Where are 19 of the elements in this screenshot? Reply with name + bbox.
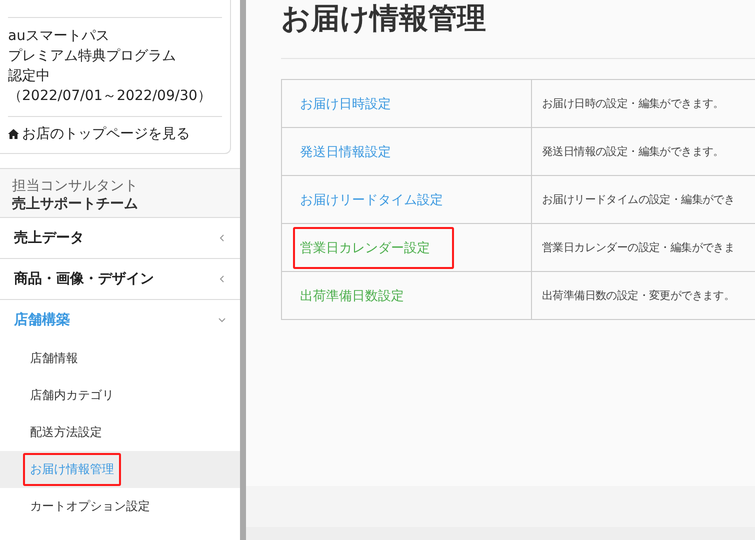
program-status-text: プレミアム特典プログラム xyxy=(8,47,177,66)
program-status-text: （2022/07/01～2022/09/30） xyxy=(8,87,212,106)
table-cell-text: 出荷準備日数の設定・変更ができます。 xyxy=(541,288,736,304)
home-icon xyxy=(8,129,19,139)
sidebar-subitem[interactable]: カートオプション設定 xyxy=(0,488,240,525)
program-status-text: auスマートパス xyxy=(8,27,110,46)
table-cell-text: 発送日情報の設定・編集ができます。 xyxy=(541,144,725,160)
consultant-name: 売上サポートチーム xyxy=(12,195,139,213)
table-cell-text: お届け日時の設定・編集ができます。 xyxy=(541,96,725,112)
table-cell-text: お届けリードタイムの設定・編集ができ xyxy=(541,192,736,208)
highlight-frame: お届け情報管理 xyxy=(23,453,121,486)
sidebar-subitem[interactable]: 店舗情報 xyxy=(0,340,240,377)
sidebar-subitem[interactable]: 店舗内カテゴリ xyxy=(0,377,240,414)
consultant-label: 担当コンサルタント xyxy=(12,177,139,195)
program-status-text: 認定中 xyxy=(8,67,51,86)
store-top-link[interactable]: お店のトップページを見る xyxy=(8,117,222,143)
sidebar-subitem[interactable]: 配送方法設定 xyxy=(0,414,240,451)
table-cell-text: 営業日カレンダーの設定・編集ができま xyxy=(541,240,736,256)
page-title: お届け情報管理 xyxy=(281,0,487,36)
